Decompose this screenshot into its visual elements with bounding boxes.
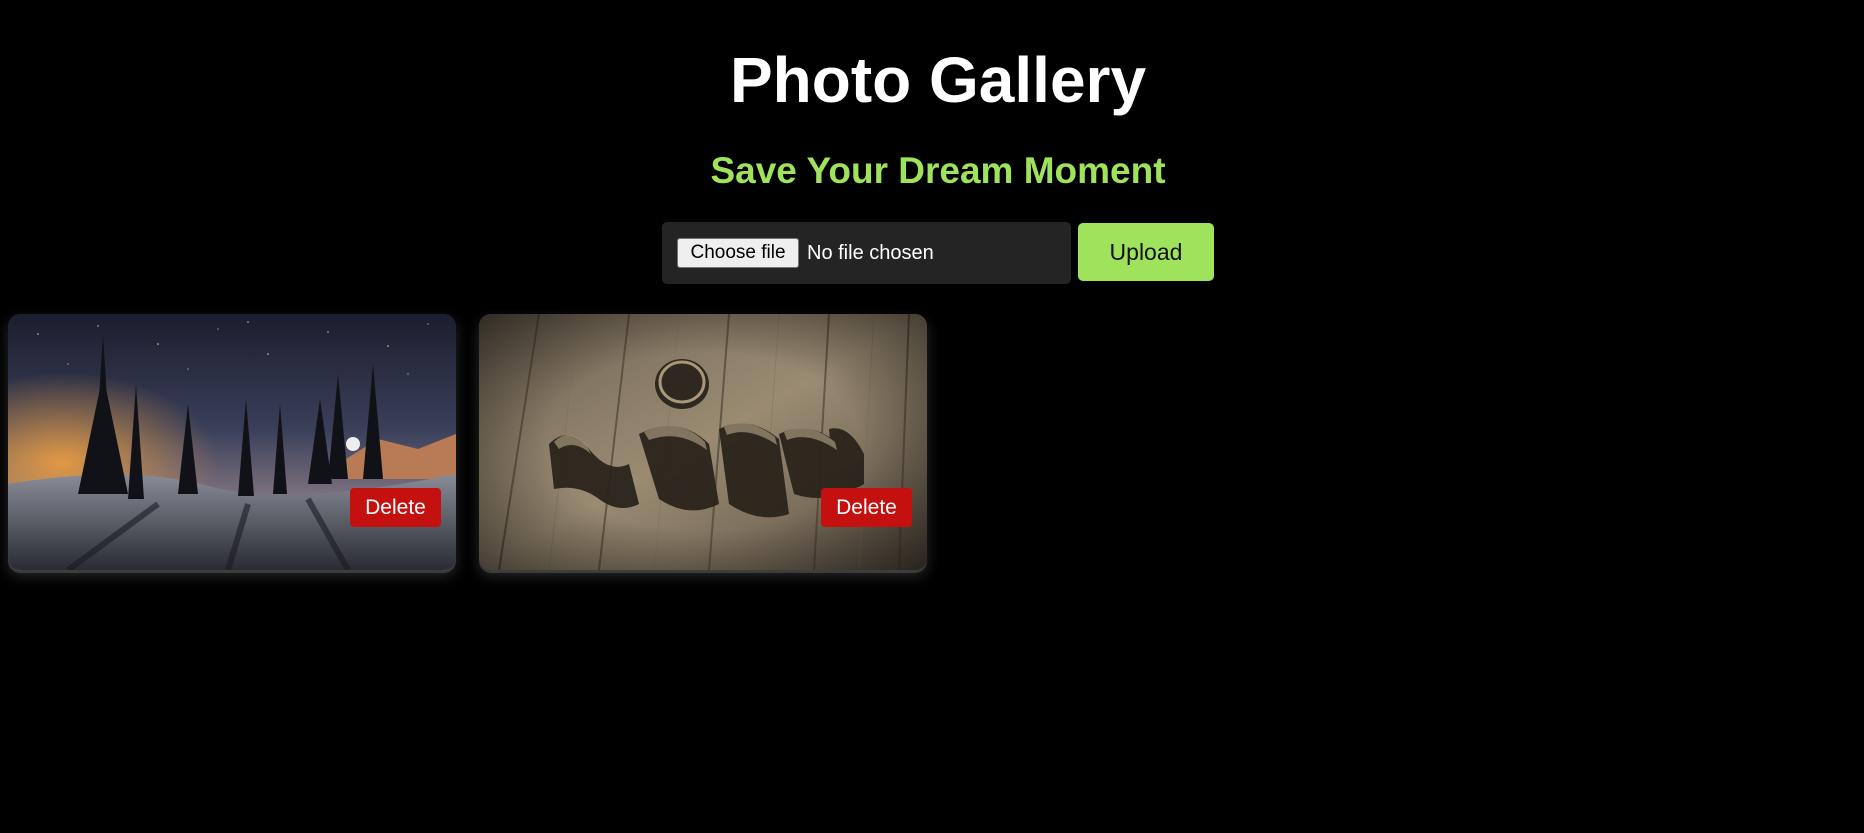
file-input[interactable]: Choose file No file chosen [662, 222, 1071, 284]
page-subtitle: Save Your Dream Moment [710, 150, 1166, 191]
photo-night-forest [8, 314, 456, 570]
delete-button[interactable]: Delete [821, 488, 912, 527]
gallery-card: Delete [8, 314, 456, 570]
photo-wood-calligraphy [479, 314, 927, 570]
file-status-text: No file chosen [807, 242, 934, 264]
page-title: Photo Gallery [729, 44, 1147, 116]
delete-button[interactable]: Delete [350, 488, 441, 527]
gallery-card: Delete [479, 314, 927, 570]
choose-file-button[interactable]: Choose file [677, 238, 799, 268]
upload-button[interactable]: Upload [1078, 223, 1214, 281]
page: Photo Gallery Save Your Dream Moment Cho… [0, 0, 1864, 833]
